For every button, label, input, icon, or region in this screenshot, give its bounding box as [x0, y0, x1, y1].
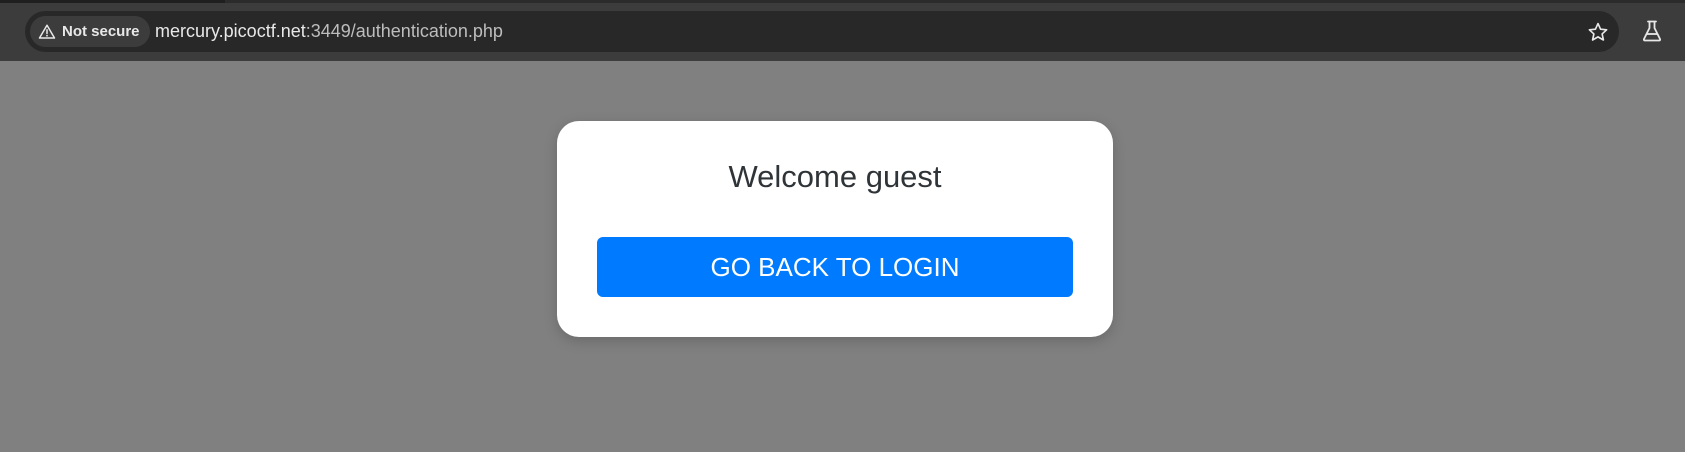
go-back-to-login-button[interactable]: GO BACK TO LOGIN	[597, 237, 1073, 297]
url-path: :3449/authentication.php	[305, 21, 503, 41]
address-bar[interactable]: Not secure mercury.picoctf.net:3449/auth…	[25, 11, 1619, 52]
flask-icon[interactable]	[1640, 19, 1664, 43]
url-host: mercury.picoctf.net	[155, 21, 306, 41]
browser-toolbar: Not secure mercury.picoctf.net:3449/auth…	[0, 0, 1685, 61]
welcome-heading: Welcome guest	[728, 159, 942, 194]
warning-triangle-icon	[38, 23, 56, 41]
active-tab-edge	[225, 0, 1685, 3]
url-text[interactable]: mercury.picoctf.net:3449/authentication.…	[155, 11, 503, 52]
page-content: Welcome guest GO BACK TO LOGIN	[0, 61, 1685, 452]
security-label: Not secure	[62, 23, 140, 40]
security-indicator[interactable]: Not secure	[30, 16, 150, 47]
welcome-card: Welcome guest GO BACK TO LOGIN	[557, 121, 1113, 337]
star-icon[interactable]	[1587, 21, 1609, 43]
